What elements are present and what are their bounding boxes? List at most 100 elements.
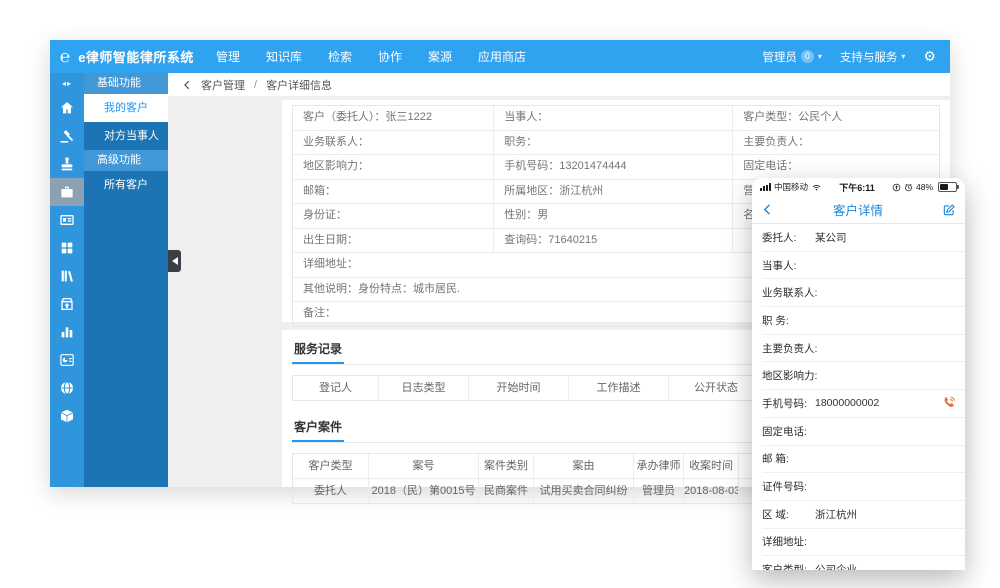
sidebar-header-advanced[interactable]: 高级功能 — [84, 150, 168, 171]
field-business-contact: 业务联系人： — [293, 131, 493, 155]
caret-down-icon: ▾ — [901, 52, 905, 61]
nav-item-appstore[interactable]: 应用商店 — [478, 48, 526, 65]
list-item: 地区影响力: — [762, 362, 965, 390]
nav-item-search[interactable]: 检索 — [328, 48, 352, 65]
back-chevron-icon[interactable] — [761, 203, 774, 216]
support-menu[interactable]: 支持与服务 ▾ — [840, 49, 906, 65]
caret-down-icon: ▾ — [818, 52, 822, 61]
field-birthdate: 出生日期： — [293, 229, 493, 253]
col-registrant: 登记人 — [293, 376, 378, 400]
field-label: 客户类型: — [762, 562, 815, 570]
list-item: 职 务: — [762, 307, 965, 335]
list-item: 固定电话: — [762, 418, 965, 446]
col-start-time: 开始时间 — [468, 376, 568, 400]
app-logo-icon: ℮ — [60, 47, 70, 67]
screenshot-root: ℮ e律师智能律所系统 管理 知识库 检索 协作 案源 应用商店 管理员 0 ▾… — [0, 0, 1000, 588]
col-public-state: 公开状态 — [668, 376, 763, 400]
nav-item-collab[interactable]: 协作 — [378, 48, 402, 65]
edit-icon[interactable] — [942, 203, 956, 217]
col-lawyer: 承办律师 — [633, 454, 683, 478]
sidebar-item-opposing-party[interactable]: 对方当事人 — [84, 122, 168, 150]
table-row: 地区影响力： 手机号码：13201474444 固定电话： — [293, 154, 939, 179]
phone-page-title: 客户详情 — [774, 200, 942, 219]
sidebar-item-my-clients[interactable]: 我的客户 — [84, 94, 168, 122]
cell-accept-time: 2018-08-03 — [683, 479, 738, 503]
field-label: 主要负责人: — [762, 341, 815, 356]
icon-rail: ◂▸ — [50, 73, 84, 487]
nav-item-knowledge[interactable]: 知识库 — [266, 48, 302, 65]
list-item: 邮 箱: — [762, 446, 965, 474]
location-lock-icon — [892, 183, 901, 192]
field-query-code: 查询码：71640215 — [493, 229, 732, 253]
phone-status-bar: 中国移动 下午6:11 48% — [752, 178, 965, 196]
field-label: 固定电话: — [762, 424, 815, 439]
field-client-type: 客户类型：公民个人 — [732, 106, 939, 130]
list-item: 详细地址: — [762, 529, 965, 557]
field-label: 地区影响力: — [762, 368, 815, 383]
breadcrumb-section[interactable]: 客户管理 — [201, 77, 245, 93]
field-id-card: 身份证： — [293, 204, 493, 228]
library-icon[interactable] — [50, 262, 84, 290]
sidebar-item-all-clients[interactable]: 所有客户 — [84, 171, 168, 199]
phone-field-list: 委托人:某公司 当事人: 业务联系人: 职 务: 主要负责人: 地区影响力: 手… — [752, 224, 965, 570]
phone-call-icon[interactable] — [941, 396, 956, 411]
service-records-title: 服务记录 — [292, 336, 344, 364]
briefcase-icon[interactable] — [50, 178, 84, 206]
package-icon[interactable] — [50, 402, 84, 430]
rail-collapse-icon[interactable]: ◂▸ — [50, 73, 84, 94]
field-position: 职务： — [493, 131, 732, 155]
list-item: 委托人:某公司 — [762, 224, 965, 252]
support-label: 支持与服务 — [840, 49, 898, 65]
notification-badge: 0 — [801, 50, 814, 63]
cell-lawyer: 管理员 — [633, 479, 683, 503]
col-case-class: 案件类别 — [478, 454, 533, 478]
breadcrumb-page: 客户详细信息 — [266, 77, 332, 93]
field-label: 当事人: — [762, 258, 815, 273]
nav-item-manage[interactable]: 管理 — [216, 48, 240, 65]
list-item-mobile: 手机号码: 18000000002 — [762, 390, 965, 418]
col-accept-time: 收案时间 — [683, 454, 738, 478]
cell-case-no: 2018（民）第0015号 — [368, 479, 478, 503]
field-main-manager: 主要负责人： — [732, 131, 939, 155]
stamp-icon[interactable] — [50, 150, 84, 178]
field-label: 业务联系人: — [762, 285, 815, 300]
globe-icon[interactable] — [50, 374, 84, 402]
home-icon[interactable] — [50, 94, 84, 122]
top-bar-right: 管理员 0 ▾ 支持与服务 ▾ ⚙ — [762, 48, 950, 65]
phone-nav-bar: 客户详情 — [752, 196, 965, 224]
grid-icon[interactable] — [50, 234, 84, 262]
user-menu[interactable]: 管理员 0 ▾ — [762, 49, 822, 65]
field-client: 客户（委托人）：张三1222 — [293, 106, 493, 130]
field-label: 委托人: — [762, 230, 815, 245]
nav-item-cases[interactable]: 案源 — [428, 48, 452, 65]
signal-bars-icon — [760, 183, 771, 191]
sidebar-header-basic[interactable]: 基础功能 — [84, 73, 168, 94]
gear-icon[interactable]: ⚙ — [923, 48, 936, 65]
table-row: 客户（委托人）：张三1222 当事人： 客户类型：公民个人 — [293, 106, 939, 130]
sidebar: 基础功能 我的客户 对方当事人 高级功能 所有客户 — [84, 73, 168, 487]
field-label: 手机号码: — [762, 396, 815, 411]
col-work-desc: 工作描述 — [568, 376, 668, 400]
report-pie-icon[interactable] — [50, 346, 84, 374]
bar-chart-icon[interactable] — [50, 318, 84, 346]
gavel-icon[interactable] — [50, 122, 84, 150]
field-landline: 固定电话： — [732, 155, 939, 179]
back-icon[interactable] — [182, 80, 192, 90]
breadcrumb-separator: / — [254, 79, 257, 91]
top-bar: ℮ e律师智能律所系统 管理 知识库 检索 协作 案源 应用商店 管理员 0 ▾… — [50, 40, 950, 73]
clock-label: 下午6:11 — [825, 181, 889, 194]
sidebar-collapse-handle[interactable] — [168, 250, 181, 272]
list-item: 证件号码: — [762, 473, 965, 501]
field-label: 职 务: — [762, 313, 815, 328]
list-item: 主要负责人: — [762, 335, 965, 363]
cell-client-type: 委托人 — [293, 479, 368, 503]
list-item: 客户类型:公司企业 — [762, 556, 965, 570]
id-card-icon[interactable] — [50, 206, 84, 234]
breadcrumb: 客户管理 / 客户详细信息 — [168, 73, 950, 96]
battery-percent: 48% — [916, 182, 933, 192]
cell-case-class: 民商案件 — [478, 479, 533, 503]
field-mobile: 手机号码：13201474444 — [493, 155, 732, 179]
archive-upload-icon[interactable] — [50, 290, 84, 318]
field-label: 证件号码: — [762, 479, 815, 494]
list-item: 区 域:浙江杭州 — [762, 501, 965, 529]
